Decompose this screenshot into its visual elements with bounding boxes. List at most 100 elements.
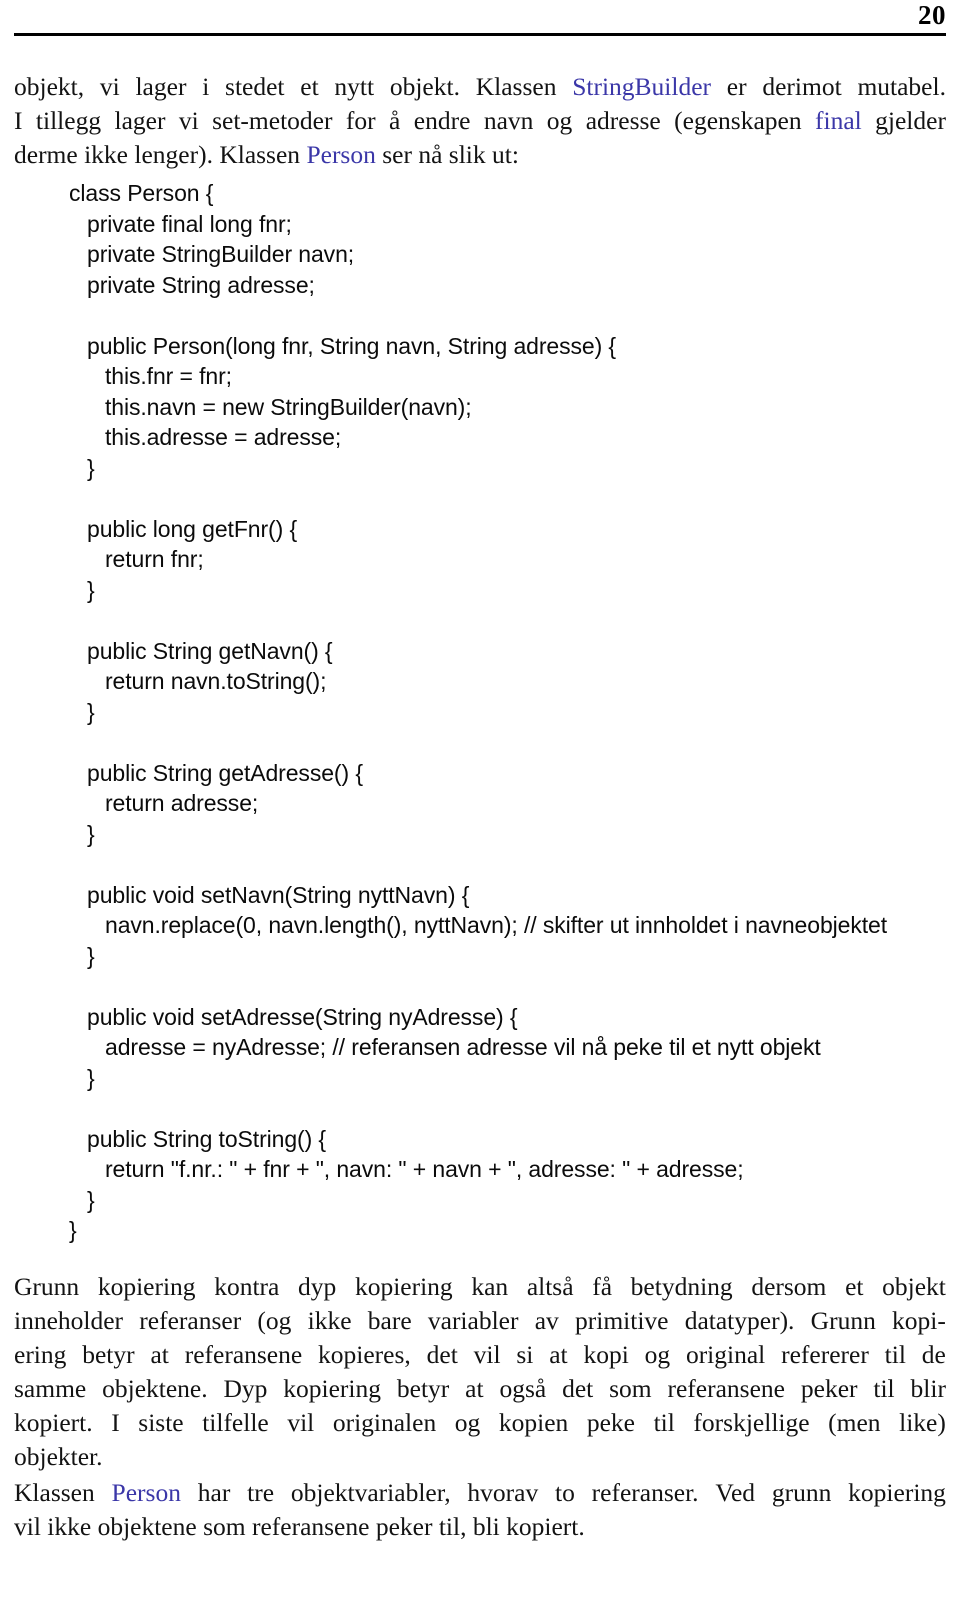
word: set-metoder	[212, 106, 333, 135]
code-line: public String getNavn() {	[87, 637, 333, 664]
word: bare	[367, 1305, 412, 1335]
word: altså	[526, 1271, 574, 1301]
word: derimot	[762, 72, 842, 101]
word: også	[499, 1373, 547, 1403]
document-page: 20 objekt, vi lager i stedet et nytt objekt. Kla…	[0, 0, 960, 1598]
closing-line: Grunn kopiering kontra dyp kopiering kan altså…	[14, 1270, 946, 1304]
closing-line: kopiert. Isiste tilfelle vil originalen og kop…	[14, 1406, 946, 1440]
link-person-intro[interactable]: Person	[306, 140, 375, 169]
word: adresse	[585, 106, 661, 135]
word: peker	[800, 1373, 858, 1403]
word: grunn	[771, 1477, 832, 1507]
link-word[interactable]: StringBuilder	[572, 70, 711, 104]
word: for	[345, 106, 376, 135]
word: hvorav	[467, 1477, 539, 1507]
word: tilfelle	[202, 1407, 269, 1437]
tail-p2-line-1: Klassen Person har tre objektvariabler, hvora…	[14, 1476, 946, 1510]
word: peke	[586, 1407, 635, 1437]
word: objektvariabler,	[290, 1477, 451, 1507]
code-line: }	[87, 454, 95, 481]
header-divider	[14, 33, 946, 36]
code-line: this.navn = new StringBuilder(navn);	[105, 393, 472, 420]
code-line: public void setNavn(String nyttNavn) {	[87, 881, 470, 908]
word: inneholder	[14, 1305, 124, 1335]
word: og	[454, 1407, 481, 1437]
word: at	[150, 1339, 169, 1369]
word: vil	[287, 1407, 315, 1437]
word: (og	[257, 1305, 292, 1335]
word: kopi	[583, 1339, 629, 1369]
code-line: adresse = nyAdresse; // referansen adres…	[105, 1034, 821, 1060]
word: og	[546, 106, 573, 135]
word: mutabel.	[857, 72, 946, 101]
closing-text: Grunn kopiering kontra dyp kopiering kan altså…	[14, 1270, 946, 1544]
code-line: public long getFnr() {	[87, 515, 298, 542]
link-word[interactable]: Person	[112, 1476, 181, 1510]
word: vi	[178, 106, 199, 135]
word: Grunn	[810, 1305, 876, 1335]
tail-p2-line-2: vil ikke objektene som referansene peker…	[14, 1511, 585, 1541]
word: original	[685, 1339, 766, 1369]
word: (men	[828, 1407, 881, 1437]
word: kopiering	[283, 1373, 382, 1403]
word: er	[726, 72, 747, 101]
word: variabler	[427, 1305, 519, 1335]
word: av	[534, 1305, 559, 1335]
word: betydning	[630, 1271, 733, 1301]
word: det	[562, 1373, 594, 1403]
word: samme	[14, 1373, 87, 1403]
code-line: this.adresse = adresse;	[105, 424, 342, 450]
word: si	[516, 1339, 534, 1369]
word: objekt.	[389, 72, 460, 101]
link-word[interactable]: final	[815, 104, 862, 138]
word: originalen	[332, 1407, 437, 1437]
code-line: public void setAdresse(String nyAdresse)…	[87, 1003, 518, 1030]
word: nytt	[334, 72, 375, 101]
word: stedet	[225, 72, 285, 101]
code-line: return fnr;	[105, 546, 204, 572]
closing-line: ering betyr at referansene kopieres, det vil si…	[14, 1338, 946, 1372]
word: kopiering	[848, 1477, 946, 1507]
word: referanser	[139, 1305, 242, 1335]
closing-line: objekter.	[14, 1441, 103, 1471]
word: dyp	[298, 1271, 337, 1301]
word: primitive	[575, 1305, 669, 1335]
code-line: return adresse;	[105, 790, 259, 816]
word: få	[592, 1271, 613, 1301]
word: ikke	[307, 1305, 352, 1335]
word: kan	[471, 1271, 509, 1301]
code-line: }	[87, 820, 95, 847]
word: refererer	[781, 1339, 869, 1369]
word: objektene.	[102, 1373, 208, 1403]
word: et	[845, 1271, 864, 1301]
closing-line: inneholder referanser (og ikke bare variabler…	[14, 1304, 946, 1338]
intro-line-1: objekt, vi lager i stedet et nytt objekt. Klasse…	[14, 70, 946, 104]
closing-line: samme objektene. Dyp kopiering betyr at også de…	[14, 1372, 946, 1406]
word: som	[609, 1373, 652, 1403]
word: de	[921, 1339, 946, 1369]
word: har	[197, 1477, 231, 1507]
paragraph-grunn-kopiering: Grunn kopiering kontra dyp kopiering kan altså…	[14, 1270, 946, 1474]
word: objekt,	[14, 72, 85, 101]
word: tre	[247, 1477, 275, 1507]
code-line: private String adresse;	[87, 271, 315, 298]
intro-line-3: derme ikke lenger). Klassen Person ser n…	[14, 138, 946, 172]
intro-paragraph: objekt, vi lager i stedet et nytt objekt. Klasse…	[14, 70, 946, 172]
word: datatyper).	[684, 1305, 795, 1335]
word: og	[644, 1339, 671, 1369]
word: kontra	[214, 1271, 280, 1301]
word: betyr	[82, 1339, 135, 1369]
word: Ved	[715, 1477, 756, 1507]
word: det	[426, 1339, 458, 1369]
word: kopiering	[354, 1271, 453, 1301]
word: ering	[14, 1339, 67, 1369]
code-line: private final long fnr;	[87, 210, 292, 237]
word: blir	[910, 1373, 946, 1403]
word: Klassen	[475, 72, 557, 101]
code-line: navn.replace(0, navn.length(), nyttNavn)…	[105, 912, 888, 938]
